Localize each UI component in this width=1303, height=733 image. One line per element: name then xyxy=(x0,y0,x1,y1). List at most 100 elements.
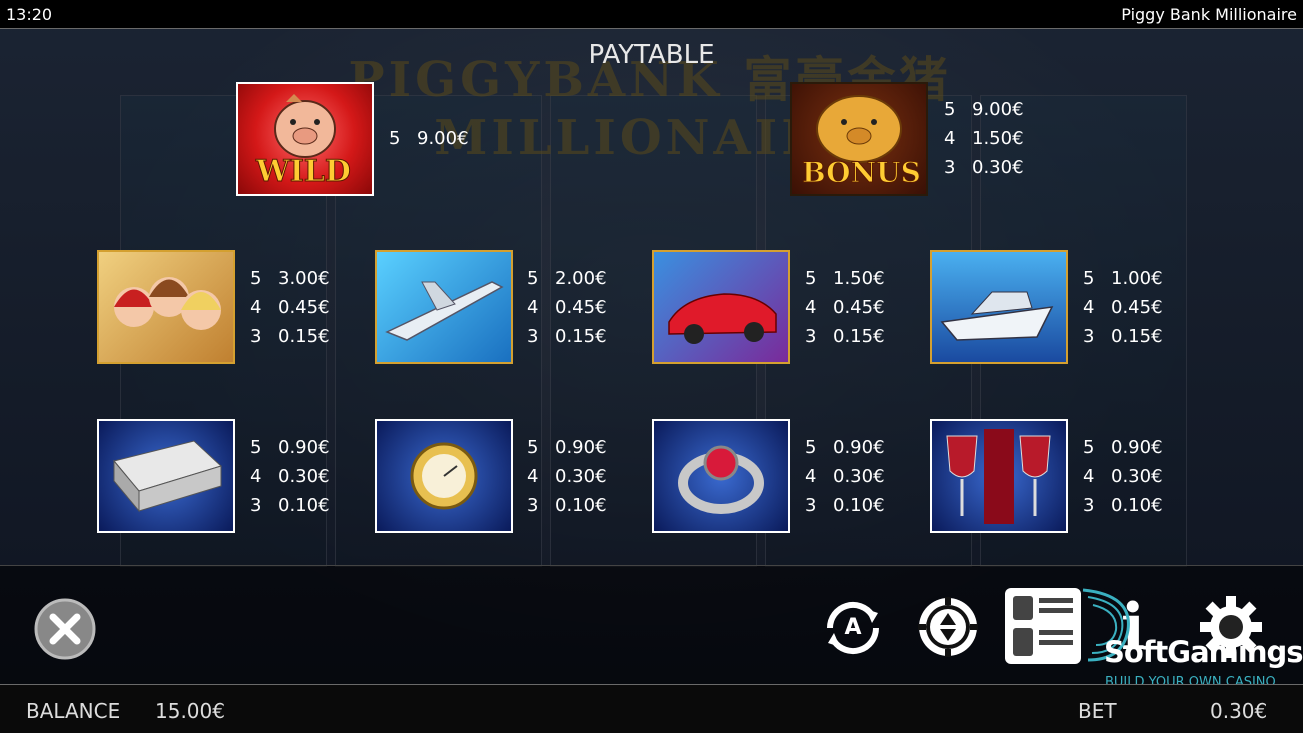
pay-count: 5 xyxy=(527,437,539,458)
pay-count: 5 xyxy=(389,128,401,149)
pay-amount: 0.10€ xyxy=(1111,495,1163,516)
pay-count: 4 xyxy=(250,297,262,318)
pay-amount: 0.90€ xyxy=(833,437,885,458)
pay-amount: 0.45€ xyxy=(1111,297,1163,318)
pay-row: 4 1.50€ xyxy=(944,124,1024,153)
girls-symbol xyxy=(97,250,235,364)
pay-amount: 0.90€ xyxy=(555,437,607,458)
footer-bar: BALANCE 15.00€ BET 0.30€ xyxy=(0,684,1303,733)
pay-row: 5 1.00€ xyxy=(1083,264,1163,293)
pay-amount: 0.15€ xyxy=(833,326,885,347)
pay-count: 5 xyxy=(944,99,956,120)
status-bar: 13:20 Piggy Bank Millionaire xyxy=(0,0,1303,29)
paytable-button[interactable] xyxy=(1003,586,1083,666)
pay-row: 3 0.15€ xyxy=(1083,322,1163,351)
pay-count: 3 xyxy=(527,495,539,516)
pay-count: 5 xyxy=(805,268,817,289)
pay-row: 4 0.30€ xyxy=(1083,462,1163,491)
wild-pay-table: 5 9.00€ xyxy=(389,124,469,153)
car-pay-table: 5 1.50€ 4 0.45€ 3 0.15€ xyxy=(805,264,885,351)
watch-symbol xyxy=(375,419,513,533)
yacht-symbol xyxy=(930,250,1068,364)
close-icon xyxy=(34,598,96,660)
pay-row: 4 0.45€ xyxy=(805,293,885,322)
pay-amount: 0.30€ xyxy=(555,466,607,487)
briefcase-symbol xyxy=(97,419,235,533)
pay-count: 4 xyxy=(527,466,539,487)
pay-row: 3 0.10€ xyxy=(1083,491,1163,520)
girls-icon xyxy=(114,277,221,330)
pay-amount: 0.90€ xyxy=(1111,437,1163,458)
gold-watch-icon xyxy=(410,442,478,510)
pay-row: 3 0.10€ xyxy=(527,491,607,520)
pay-count: 3 xyxy=(805,495,817,516)
autoplay-button[interactable]: A xyxy=(820,595,886,661)
bet-label: BET xyxy=(1078,699,1117,723)
pay-row: 5 9.00€ xyxy=(944,95,1024,124)
game-title: Piggy Bank Millionaire xyxy=(1121,5,1297,24)
pay-row: 3 0.30€ xyxy=(944,153,1024,182)
watch-pay-table: 5 0.90€ 4 0.30€ 3 0.10€ xyxy=(527,433,607,520)
paytable-title: PAYTABLE xyxy=(588,40,715,70)
pay-amount: 0.30€ xyxy=(278,466,330,487)
pay-count: 4 xyxy=(527,297,539,318)
balance-label: BALANCE xyxy=(26,699,121,723)
pay-row: 4 0.30€ xyxy=(527,462,607,491)
pay-row: 5 1.50€ xyxy=(805,264,885,293)
pay-row: 3 0.10€ xyxy=(250,491,330,520)
pay-count: 4 xyxy=(944,128,956,149)
pay-amount: 9.00€ xyxy=(972,99,1024,120)
pay-amount: 0.10€ xyxy=(555,495,607,516)
briefcase-pay-table: 5 0.90€ 4 0.30€ 3 0.10€ xyxy=(250,433,330,520)
pay-row: 4 0.30€ xyxy=(250,462,330,491)
jet-symbol xyxy=(375,250,513,364)
pay-row: 3 0.15€ xyxy=(250,322,330,351)
pay-count: 4 xyxy=(1083,297,1095,318)
close-button[interactable] xyxy=(33,597,97,661)
pay-row: 4 0.45€ xyxy=(1083,293,1163,322)
pay-amount: 0.30€ xyxy=(972,157,1024,178)
balance-value: 15.00€ xyxy=(155,699,225,723)
yacht-icon xyxy=(940,291,1054,341)
pay-amount: 0.30€ xyxy=(1111,466,1163,487)
bonus-label: BONUS xyxy=(802,156,922,190)
car-symbol xyxy=(652,250,790,364)
yacht-pay-table: 5 1.00€ 4 0.45€ 3 0.15€ xyxy=(1083,264,1163,351)
ring-pay-table: 5 0.90€ 4 0.30€ 3 0.10€ xyxy=(805,433,885,520)
pay-count: 3 xyxy=(944,157,956,178)
pay-row: 5 0.90€ xyxy=(250,433,330,462)
pay-row: 5 3.00€ xyxy=(250,264,330,293)
pay-amount: 0.15€ xyxy=(278,326,330,347)
pay-amount: 1.00€ xyxy=(1111,268,1163,289)
pay-row: 4 0.45€ xyxy=(527,293,607,322)
wine-glasses-icon xyxy=(946,429,1051,524)
ruby-ring-icon xyxy=(678,445,764,514)
pay-row: 3 0.15€ xyxy=(527,322,607,351)
pay-count: 4 xyxy=(1083,466,1095,487)
pay-row: 4 0.30€ xyxy=(805,462,885,491)
pay-count: 3 xyxy=(1083,326,1095,347)
pay-count: 3 xyxy=(1083,495,1095,516)
pay-amount: 0.45€ xyxy=(555,297,607,318)
pay-row: 5 0.90€ xyxy=(1083,433,1163,462)
pay-row: 3 0.10€ xyxy=(805,491,885,520)
pay-row: 5 0.90€ xyxy=(805,433,885,462)
pay-amount: 1.50€ xyxy=(833,268,885,289)
ring-symbol xyxy=(652,419,790,533)
wine-symbol xyxy=(930,419,1068,533)
pay-amount: 2.00€ xyxy=(555,268,607,289)
pay-count: 4 xyxy=(250,466,262,487)
pay-row: 5 0.90€ xyxy=(527,433,607,462)
pay-count: 5 xyxy=(805,437,817,458)
autoplay-letter: A xyxy=(844,615,862,640)
pay-amount: 0.45€ xyxy=(833,297,885,318)
pay-amount: 3.00€ xyxy=(278,268,330,289)
pay-count: 5 xyxy=(1083,437,1095,458)
jet-icon xyxy=(385,281,504,341)
pay-count: 3 xyxy=(805,326,817,347)
pay-count: 5 xyxy=(250,268,262,289)
paytable-icon xyxy=(1005,588,1081,664)
wild-symbol: WILD xyxy=(236,82,374,196)
bet-chip-button[interactable] xyxy=(916,595,980,659)
pay-row: 5 2.00€ xyxy=(527,264,607,293)
